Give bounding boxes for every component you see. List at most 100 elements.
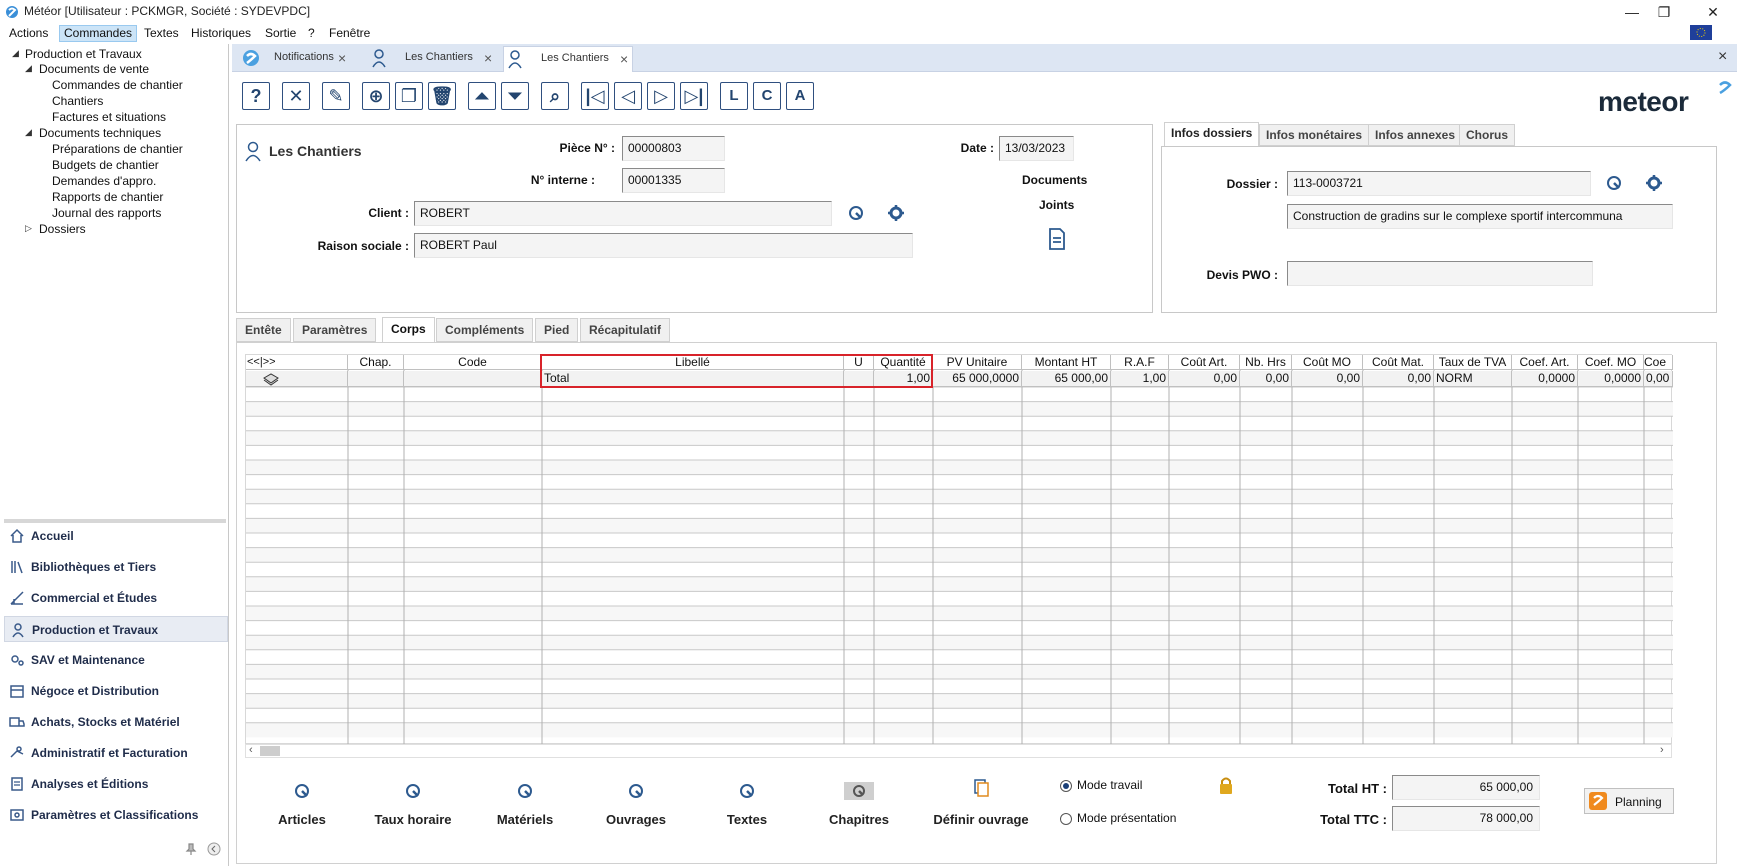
lock-icon[interactable] (1218, 776, 1234, 796)
raison-field[interactable]: ROBERT Paul (414, 233, 913, 258)
col-header-cout-art[interactable]: Coût Art. (1169, 355, 1240, 370)
module-administratif[interactable]: Administratif et Facturation (4, 740, 228, 766)
delete-button[interactable]: 🗑 (428, 82, 456, 110)
horizontal-scrollbar[interactable]: ‹ › (245, 744, 1672, 758)
menu-help[interactable]: ? (304, 25, 319, 42)
cell-chap[interactable] (348, 371, 404, 387)
help-button[interactable]: ? (242, 82, 270, 110)
close-tab-icon[interactable]: × (484, 50, 492, 66)
col-header-cout-mat[interactable]: Coût Mat. (1363, 355, 1434, 370)
tree-docs-vente[interactable]: Documents de vente (39, 62, 149, 76)
cell-code[interactable] (404, 371, 542, 387)
tree-docs-tech[interactable]: Documents techniques (39, 126, 161, 140)
taux-horaire-button[interactable]: Taux horaire (358, 777, 468, 827)
tab-pied[interactable]: Pied (535, 318, 579, 342)
document-icon[interactable] (1048, 228, 1066, 250)
tree-expand-icon[interactable]: ◢ (25, 63, 32, 74)
cell-pv-unitaire[interactable]: 65 000,0000 (933, 371, 1022, 387)
tree-prep[interactable]: Préparations de chantier (52, 142, 183, 156)
module-accueil[interactable]: Accueil (4, 523, 228, 549)
module-analyses[interactable]: Analyses et Éditions (4, 771, 228, 797)
module-bibliotheques[interactable]: Bibliothèques et Tiers (4, 554, 228, 580)
tab-entete[interactable]: Entête (236, 318, 291, 342)
close-all-icon[interactable]: × (1718, 48, 1727, 66)
scroll-thumb[interactable] (260, 746, 280, 756)
tab-notifications[interactable]: Notifications × (272, 46, 352, 72)
tree-dossiers[interactable]: Dossiers (39, 222, 86, 236)
scroll-right-icon[interactable]: › (1660, 744, 1664, 756)
tab-infos-dossiers[interactable]: Infos dossiers (1164, 122, 1260, 146)
textes-button[interactable]: Textes (692, 777, 802, 827)
search-dossier-icon[interactable] (1604, 173, 1624, 193)
module-negoce[interactable]: Négoce et Distribution (4, 678, 228, 704)
date-field[interactable]: 13/03/2023 (999, 136, 1074, 161)
tree-expand-icon[interactable]: ◢ (25, 127, 32, 138)
piece-field[interactable]: 00000803 (622, 136, 725, 161)
tab-corps[interactable]: Corps (382, 317, 435, 342)
col-header-cout-mo[interactable]: Coût MO (1292, 355, 1363, 370)
dossier-field[interactable]: 113-0003721 (1287, 171, 1591, 196)
chapitres-button[interactable]: Chapitres (804, 777, 914, 827)
cell-cout-mo[interactable]: 0,00 (1292, 371, 1363, 387)
tab-complements[interactable]: Compléments (436, 318, 534, 342)
add-chapter-button[interactable]: C (753, 82, 781, 110)
tree-journal[interactable]: Journal des rapports (52, 206, 161, 220)
close-button[interactable]: ✕ (1701, 2, 1725, 22)
lines-grid[interactable]: <<|>> Chap. Code Libellé U Quantité PV U… (245, 354, 1673, 745)
col-header-raf[interactable]: R.A.F (1111, 355, 1169, 370)
col-header-coef-art[interactable]: Coef. Art. (1512, 355, 1578, 370)
col-header-code[interactable]: Code (404, 355, 542, 370)
dossier-settings-icon[interactable] (1644, 173, 1664, 193)
minimize-button[interactable]: — (1620, 2, 1644, 22)
grid-nav-header[interactable]: <<|>> (246, 355, 348, 370)
col-header-coef-mo[interactable]: Coef. MO (1578, 355, 1644, 370)
module-commercial[interactable]: Commercial et Études (4, 585, 228, 611)
move-up-button[interactable]: ⏶ (468, 82, 496, 110)
menu-historiques[interactable]: Historiques (187, 25, 255, 42)
cell-nb-hrs[interactable]: 0,00 (1240, 371, 1292, 387)
devis-field[interactable] (1287, 261, 1593, 286)
planning-button[interactable]: Planning (1584, 788, 1674, 814)
tree-expand-icon[interactable]: ◢ (12, 48, 19, 59)
col-header-pv-unitaire[interactable]: PV Unitaire (933, 355, 1022, 370)
col-header-coe[interactable]: Coe (1644, 355, 1673, 370)
tree-cmd-chantier[interactable]: Commandes de chantier (52, 78, 183, 92)
mode-travail-radio[interactable] (1060, 780, 1072, 792)
cell-raf[interactable]: 1,00 (1111, 371, 1169, 387)
close-tab-icon[interactable]: × (620, 51, 628, 67)
cell-coef-mo[interactable]: 0,0000 (1578, 371, 1644, 387)
menu-actions[interactable]: Actions (5, 25, 52, 42)
tree-factures[interactable]: Factures et situations (52, 110, 166, 124)
tree-chantiers[interactable]: Chantiers (52, 94, 103, 108)
client-settings-icon[interactable] (886, 203, 906, 223)
collapse-sidebar-icon[interactable] (207, 842, 221, 856)
cell-coe[interactable]: 0,00 (1644, 371, 1673, 387)
dossier-description[interactable]: Construction de gradins sur le complexe … (1287, 204, 1673, 229)
copy-button[interactable]: ❐ (395, 82, 423, 110)
definir-ouvrage-button[interactable]: Définir ouvrage (926, 777, 1036, 827)
menu-fenetre[interactable]: Fenêtre (325, 25, 374, 42)
cell-coef-art[interactable]: 0,0000 (1512, 371, 1578, 387)
tab-infos-annexes[interactable]: Infos annexes (1368, 124, 1463, 146)
tab-infos-monetaires[interactable]: Infos monétaires (1259, 124, 1370, 146)
cell-cout-mat[interactable]: 0,00 (1363, 371, 1434, 387)
add-article-button[interactable]: A (786, 82, 814, 110)
tree-demandes[interactable]: Demandes d'appro. (52, 174, 156, 188)
cancel-button[interactable]: ✕ (282, 82, 310, 110)
tab-chantiers-1[interactable]: Les Chantiers × (368, 46, 498, 72)
col-header-nb-hrs[interactable]: Nb. Hrs (1240, 355, 1292, 370)
search-button[interactable]: ⌕ (541, 82, 569, 110)
scroll-left-icon[interactable]: ‹ (249, 744, 253, 756)
tree-collapsed-icon[interactable]: ▷ (25, 223, 32, 234)
pin-icon[interactable] (184, 842, 198, 856)
col-header-montant-ht[interactable]: Montant HT (1022, 355, 1111, 370)
search-client-icon[interactable] (846, 203, 866, 223)
tree-budgets[interactable]: Budgets de chantier (52, 158, 159, 172)
next-record-button[interactable]: ▷ (647, 82, 675, 110)
interne-field[interactable]: 00001335 (622, 168, 725, 193)
col-header-chap[interactable]: Chap. (348, 355, 404, 370)
materiels-button[interactable]: Matériels (470, 777, 580, 827)
module-production[interactable]: Production et Travaux (4, 616, 228, 642)
first-record-button[interactable]: |◁ (581, 82, 609, 110)
cell-taux-tva[interactable]: NORM (1434, 371, 1512, 387)
